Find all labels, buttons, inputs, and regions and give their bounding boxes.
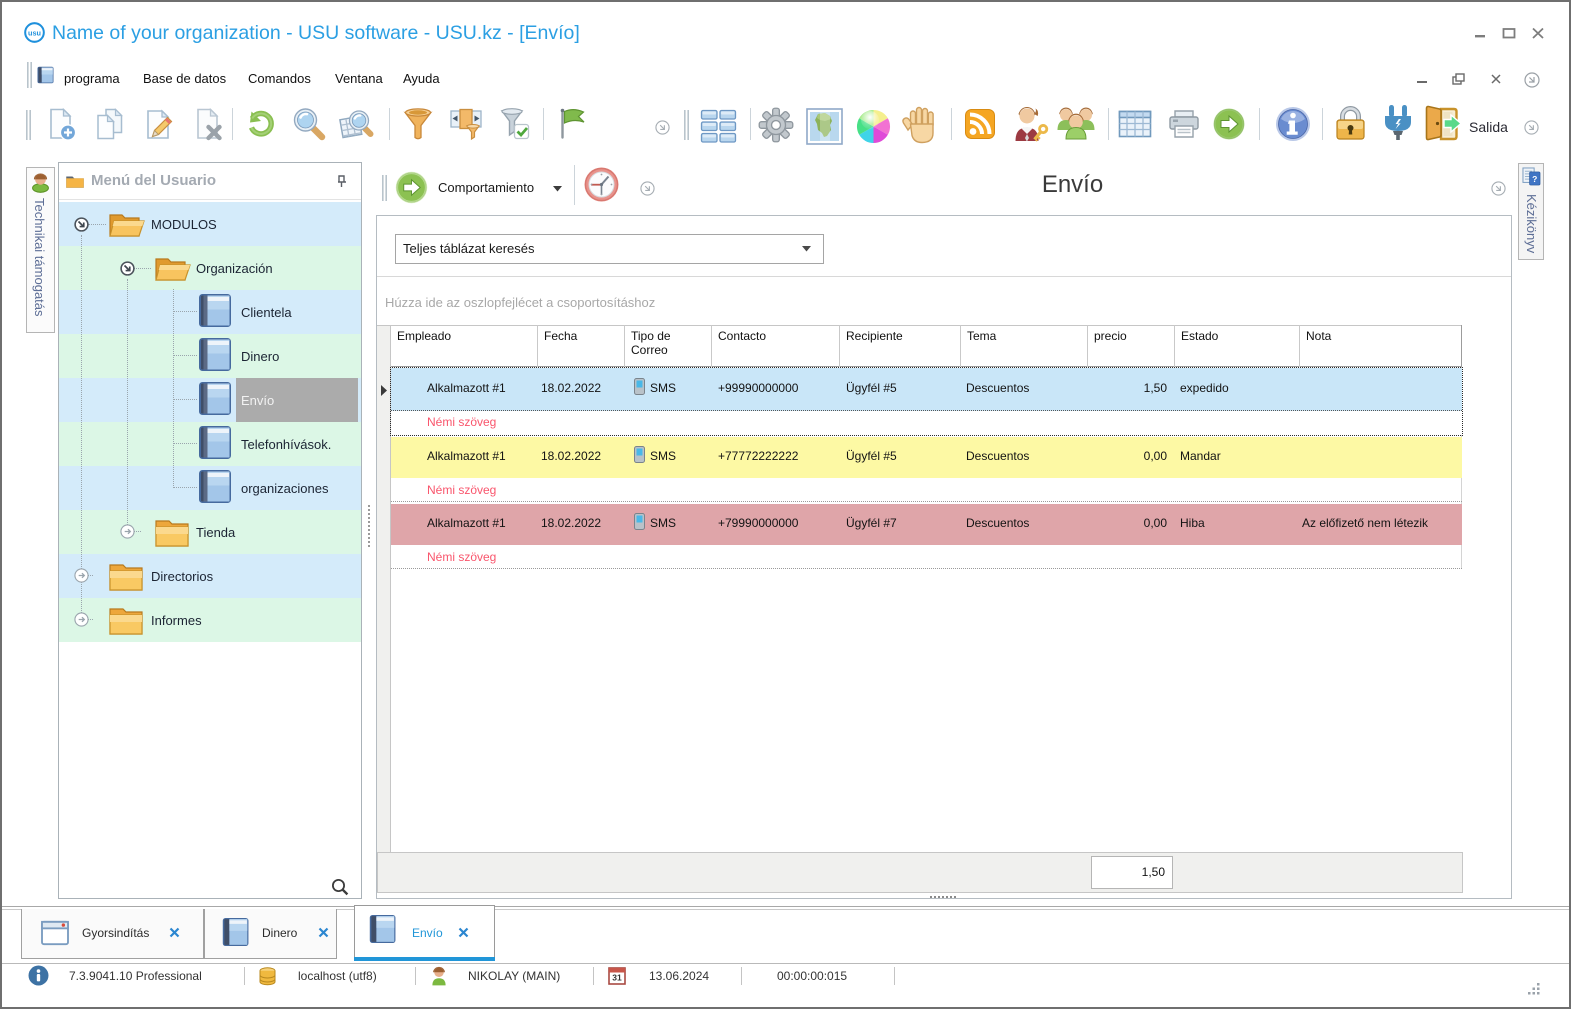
svg-text:usu: usu — [28, 28, 41, 37]
svg-text:31: 31 — [612, 973, 622, 983]
svg-text:?: ? — [1532, 174, 1537, 184]
